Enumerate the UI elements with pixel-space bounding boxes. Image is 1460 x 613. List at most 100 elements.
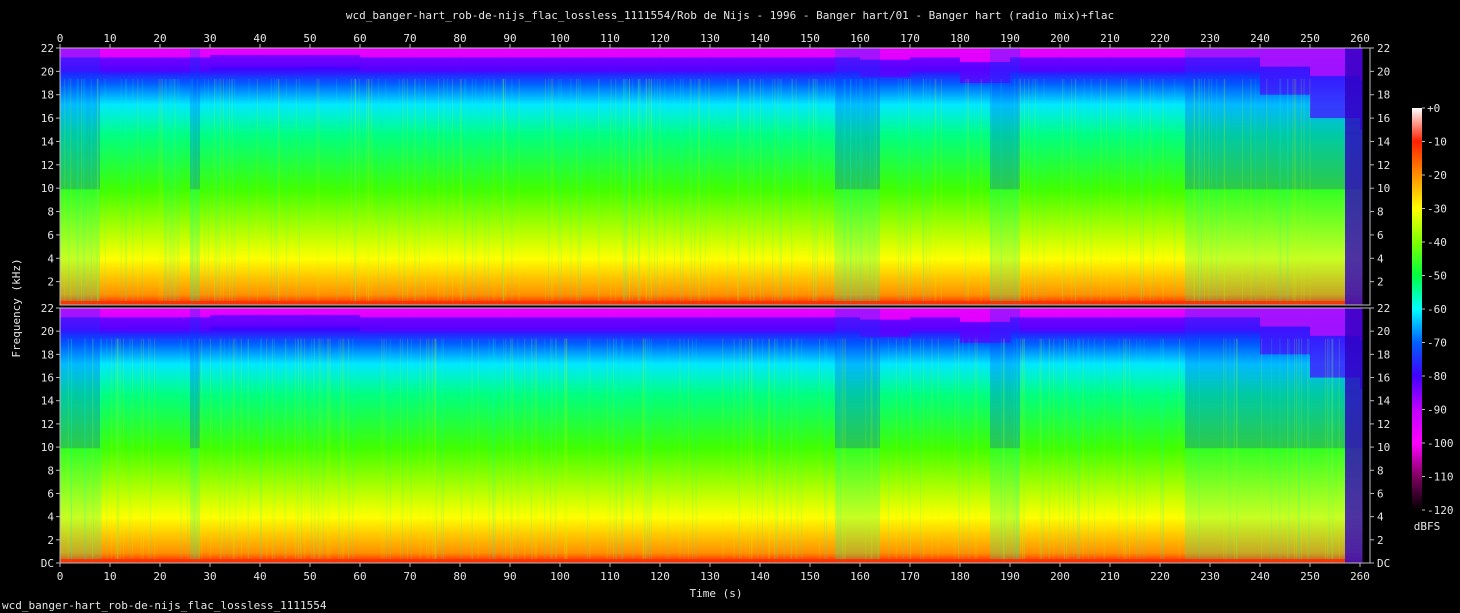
x-tick-label: 110 xyxy=(600,32,620,45)
x-tick-label: 40 xyxy=(253,570,266,583)
x-tick-label: 30 xyxy=(203,570,216,583)
y-tick-label: 8 xyxy=(1377,464,1384,477)
x-tick-label: 0 xyxy=(57,32,64,45)
x-tick-label: 240 xyxy=(1250,32,1270,45)
quiet-region-low xyxy=(835,189,880,305)
x-tick-label: 130 xyxy=(700,570,720,583)
y-tick-label: 22 xyxy=(41,42,54,55)
x-tick-label: 230 xyxy=(1200,570,1220,583)
colorbar-tick-label: -70 xyxy=(1427,337,1447,350)
x-tick-label: 250 xyxy=(1300,570,1320,583)
cutoff-top xyxy=(260,48,311,56)
cutoff-top xyxy=(560,48,611,58)
low-freq-band xyxy=(60,559,1345,563)
y-tick-label: 14 xyxy=(1377,395,1391,408)
y-tick-label: 2 xyxy=(1377,276,1384,289)
x-tick-label: 220 xyxy=(1150,32,1170,45)
cutoff-top xyxy=(760,48,811,58)
x-tick-label: 160 xyxy=(850,32,870,45)
y-tick-label: 4 xyxy=(1377,252,1384,265)
cutoff-top xyxy=(610,308,661,318)
cutoff-top xyxy=(460,308,511,318)
quiet-region-low xyxy=(835,448,880,563)
x-tick-label: 180 xyxy=(950,32,970,45)
y-tick-label: 10 xyxy=(41,182,54,195)
cutoff-top xyxy=(410,48,461,58)
x-tick-label: 140 xyxy=(750,32,770,45)
y-tick-label: 8 xyxy=(47,464,54,477)
y-tick-label: 18 xyxy=(1377,89,1390,102)
y-tick-label: 14 xyxy=(41,135,55,148)
y-tick-label: 16 xyxy=(41,372,54,385)
y-tick-label: 18 xyxy=(1377,348,1390,361)
y-tick-label: 20 xyxy=(41,65,54,78)
spectrum-field xyxy=(60,48,1370,305)
y-tick-label: 18 xyxy=(41,348,54,361)
cutoff-top xyxy=(160,48,211,58)
cutoff-top xyxy=(660,308,711,318)
x-tick-label: 150 xyxy=(800,32,820,45)
x-tick-label: 210 xyxy=(1100,570,1120,583)
x-tick-label: 100 xyxy=(550,32,570,45)
cutoff-top xyxy=(710,308,761,318)
y-tick-label: 16 xyxy=(1377,372,1390,385)
y-tick-label: 6 xyxy=(1377,487,1384,500)
x-tick-label: 50 xyxy=(303,570,316,583)
cutoff-top xyxy=(560,308,611,318)
x-tick-label: 90 xyxy=(503,32,516,45)
cutoff-top xyxy=(210,308,261,315)
y-tick-label: 4 xyxy=(47,252,54,265)
x-tick-label: 80 xyxy=(453,32,466,45)
spectrogram-panels xyxy=(59,47,1371,564)
x-tick-label: 70 xyxy=(403,570,416,583)
cutoff-top xyxy=(1060,48,1111,58)
y-tick-label: 6 xyxy=(47,487,54,500)
cutoff-top xyxy=(260,308,311,315)
y-tick-label: 14 xyxy=(41,395,55,408)
cutoff-top xyxy=(710,48,761,58)
cutoff-top xyxy=(110,48,161,58)
quiet-region-low xyxy=(1185,448,1260,563)
colorbar-scale xyxy=(1412,108,1422,510)
quiet-region-low xyxy=(190,448,200,563)
x-tick-label: 150 xyxy=(800,570,820,583)
quiet-region xyxy=(190,308,200,449)
cutoff-top xyxy=(760,308,811,318)
x-tick-label: 170 xyxy=(900,32,920,45)
x-tick-label: 110 xyxy=(600,570,620,583)
y-tick-label: 10 xyxy=(1377,441,1390,454)
x-tick-label: 260 xyxy=(1350,32,1370,45)
y-tick-label: 8 xyxy=(47,206,54,219)
cutoff-top xyxy=(460,48,511,58)
x-tick-label: 20 xyxy=(153,570,166,583)
y-tick-label: 12 xyxy=(41,418,54,431)
x-tick-label: 260 xyxy=(1350,570,1370,583)
y-tick-label: 22 xyxy=(41,302,54,315)
spectrum-field xyxy=(60,308,1370,563)
quiet-region xyxy=(990,48,1020,190)
y-tick-label: 10 xyxy=(41,441,54,454)
colorbar-tick-label: -60 xyxy=(1427,303,1447,316)
cutoff-top xyxy=(610,48,661,58)
y-tick-label: 6 xyxy=(47,229,54,242)
y-tick-label: 20 xyxy=(1377,325,1390,338)
cutoff-top xyxy=(660,48,711,58)
colorbar-tick-label: +0 xyxy=(1427,102,1440,115)
x-tick-label: 100 xyxy=(550,570,570,583)
cutoff-top xyxy=(910,308,961,318)
y-tick-label: 22 xyxy=(1377,42,1390,55)
silence-end xyxy=(1362,308,1370,563)
x-tick-label: 140 xyxy=(750,570,770,583)
cutoff-top xyxy=(310,48,361,56)
colorbar-tick-label: -100 xyxy=(1427,437,1454,450)
x-tick-label: 190 xyxy=(1000,570,1020,583)
y-axis-label: Frequency (kHz) xyxy=(10,258,23,357)
silence-end xyxy=(1362,48,1370,305)
cutoff-top xyxy=(1110,48,1161,58)
x-tick-label: 10 xyxy=(103,570,116,583)
y-tick-label: 10 xyxy=(1377,182,1390,195)
x-tick-label: 70 xyxy=(403,32,416,45)
y-tick-label: DC xyxy=(1377,557,1390,570)
y-tick-label: 2 xyxy=(47,534,54,547)
cutoff-top xyxy=(110,308,161,318)
